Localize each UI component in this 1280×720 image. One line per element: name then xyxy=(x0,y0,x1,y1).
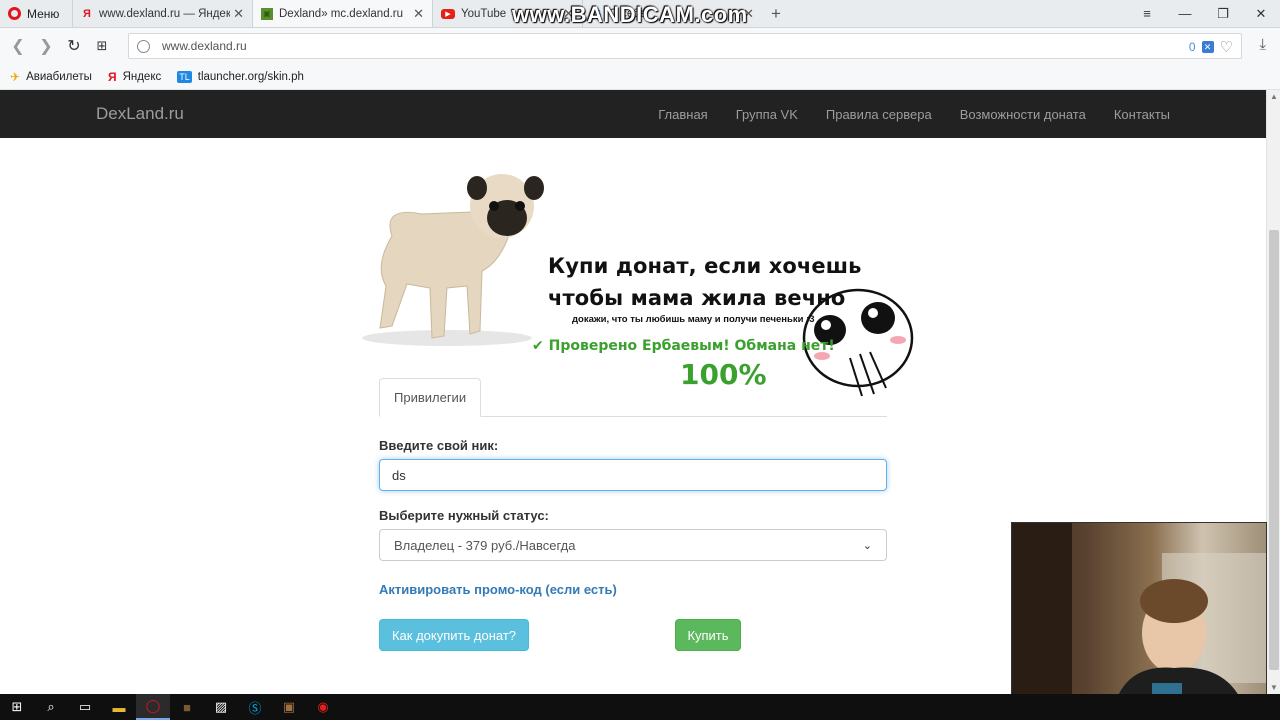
scroll-up-icon[interactable]: ▲ xyxy=(1270,92,1278,101)
status-selected-value: Владелец - 379 руб./Навсегда xyxy=(394,537,576,553)
tab-title: www.dexland.ru — Яндекс xyxy=(99,7,230,20)
back-icon[interactable]: ❮ xyxy=(4,36,32,56)
nav-home[interactable]: Главная xyxy=(658,107,707,122)
plane-icon: ✈ xyxy=(10,69,21,84)
url-field[interactable]: www.dexland.ru 0 ✕ ♡ xyxy=(128,33,1242,59)
webcam-person-image xyxy=(1012,523,1266,713)
bandicam-record-icon[interactable]: ◉ xyxy=(306,694,340,720)
checkmark-icon: ✔ xyxy=(532,338,544,354)
adblock-count: 0 xyxy=(1188,40,1196,54)
minecraft-taskbar-icon[interactable]: ■ xyxy=(170,694,204,720)
speed-dial-icon[interactable]: ⊞ xyxy=(88,38,116,54)
address-bar: ❮ ❯ ↻ ⊞ www.dexland.ru 0 ✕ ♡ ⤓ xyxy=(0,28,1280,64)
opera-menu-button[interactable]: Меню xyxy=(0,0,72,27)
windows-start-icon[interactable]: ⊞ xyxy=(0,694,34,720)
skype-icon[interactable]: Ⓢ xyxy=(238,694,272,720)
minimize-icon[interactable]: — xyxy=(1166,0,1204,27)
photos-icon[interactable]: ▨ xyxy=(204,694,238,720)
chevron-down-icon: ⌄ xyxy=(862,539,872,552)
new-tab-button[interactable]: + xyxy=(762,0,790,27)
verified-text: Проверено Ербаевым! Обмана нет! xyxy=(548,338,835,354)
status-select[interactable]: Владелец - 379 руб./Навсегда ⌄ xyxy=(379,529,887,561)
nav-donate-features[interactable]: Возможности доната xyxy=(960,107,1086,122)
file-explorer-icon[interactable]: ▬ xyxy=(102,694,136,720)
minecraft-icon: ▣ xyxy=(261,7,273,20)
bookmark-tlauncher[interactable]: TL tlauncher.org/skin.ph xyxy=(177,70,304,83)
status-label: Выберите нужный статус: xyxy=(379,508,549,523)
hero-headline-line-1: Купи донат, если хочешь xyxy=(548,254,862,278)
bookmarks-bar: ✈ Авиабилеты Я Яндекс TL tlauncher.org/s… xyxy=(0,64,1280,90)
tlauncher-icon: TL xyxy=(177,70,192,83)
close-icon[interactable]: ✕ xyxy=(233,6,244,22)
pug-image xyxy=(362,174,544,346)
site-nav: Главная Группа VK Правила сервера Возмож… xyxy=(658,107,1170,122)
site-navbar: DexLand.ru Главная Группа VK Правила сер… xyxy=(0,90,1266,138)
bookmark-heart-icon[interactable]: ♡ xyxy=(1220,38,1233,56)
form-tabs: Привилегии xyxy=(379,378,887,417)
webcam-overlay xyxy=(1011,522,1267,714)
tab-privileges[interactable]: Привилегии xyxy=(379,378,482,417)
scroll-down-icon[interactable]: ▼ xyxy=(1270,683,1278,692)
youtube-icon: ▶ xyxy=(441,8,455,19)
nav-server-rules[interactable]: Правила сервера xyxy=(826,107,932,122)
box-app-icon[interactable]: ▣ xyxy=(272,694,306,720)
opera-taskbar-icon[interactable]: ◯ xyxy=(136,694,170,720)
forward-icon[interactable]: ❯ xyxy=(32,36,60,56)
tab-menu-icon[interactable]: ≡ xyxy=(1128,0,1166,27)
bookmark-aviabilety[interactable]: ✈ Авиабилеты xyxy=(10,70,92,84)
download-icon[interactable]: ⤓ xyxy=(1259,36,1266,53)
bookmark-yandex[interactable]: Я Яндекс xyxy=(108,70,161,84)
restore-icon[interactable]: ❐ xyxy=(1204,0,1242,27)
opera-logo-icon xyxy=(8,7,21,20)
hero-verified: ✔ Проверено Ербаевым! Обмана нет! xyxy=(532,338,835,354)
globe-icon xyxy=(137,39,150,53)
site-brand[interactable]: DexLand.ru xyxy=(96,104,184,124)
bookmark-label: Яндекс xyxy=(122,70,162,83)
donate-form: Привилегии Введите свой ник: Выберите ну… xyxy=(379,378,887,651)
yandex-icon: Я xyxy=(107,69,117,84)
bookmark-label: Авиабилеты xyxy=(26,70,92,83)
promo-code-link[interactable]: Активировать промо-код (если есть) xyxy=(379,582,617,597)
bandicam-watermark: www.BANDICAM.com xyxy=(512,2,748,27)
window-controls: ≡ — ❐ ✕ xyxy=(1128,0,1280,27)
buy-button[interactable]: Купить xyxy=(675,619,741,651)
scrollbar-thumb[interactable] xyxy=(1269,230,1279,670)
nav-contacts[interactable]: Контакты xyxy=(1114,107,1170,122)
hero-headline-line-2: чтобы мама жила вечно xyxy=(548,286,846,310)
tab-title: Dexland» mc.dexland.ru xyxy=(279,7,404,20)
nick-label: Введите свой ник: xyxy=(379,438,499,453)
bookmark-label: tlauncher.org/skin.ph xyxy=(197,70,304,83)
close-icon[interactable]: ✕ xyxy=(413,6,424,22)
tab-dexland[interactable]: ▣ Dexland» mc.dexland.ru ✕ xyxy=(252,0,432,27)
hero-subline: докажи, что ты любишь маму и получи пече… xyxy=(572,314,815,325)
windows-taskbar: ⊞ ⌕ ▭ ▬ ◯ ■ ▨ Ⓢ ▣ ◉ xyxy=(0,694,1280,720)
search-icon[interactable]: ⌕ xyxy=(34,694,68,720)
url-text: www.dexland.ru xyxy=(162,39,247,53)
hero-banner: Купи донат, если хочешь чтобы мама жила … xyxy=(0,138,1266,397)
menu-label: Меню xyxy=(27,6,60,21)
page-scrollbar[interactable]: ▲ ▼ xyxy=(1266,90,1280,694)
task-view-icon[interactable]: ▭ xyxy=(68,694,102,720)
window-close-icon[interactable]: ✕ xyxy=(1242,0,1280,27)
hero-headline: Купи донат, если хочешь чтобы мама жила … xyxy=(548,250,862,314)
nav-vk-group[interactable]: Группа VK xyxy=(736,107,798,122)
tab-title: YouTube xyxy=(461,7,507,20)
nick-input[interactable] xyxy=(379,459,887,491)
how-to-upgrade-button[interactable]: Как докупить донат? xyxy=(379,619,529,651)
tab-yandex[interactable]: Я www.dexland.ru — Яндекс ✕ xyxy=(72,0,252,27)
adblock-icon[interactable]: ✕ xyxy=(1201,41,1214,53)
reload-icon[interactable]: ↻ xyxy=(60,36,88,56)
yandex-icon: Я xyxy=(83,7,91,20)
